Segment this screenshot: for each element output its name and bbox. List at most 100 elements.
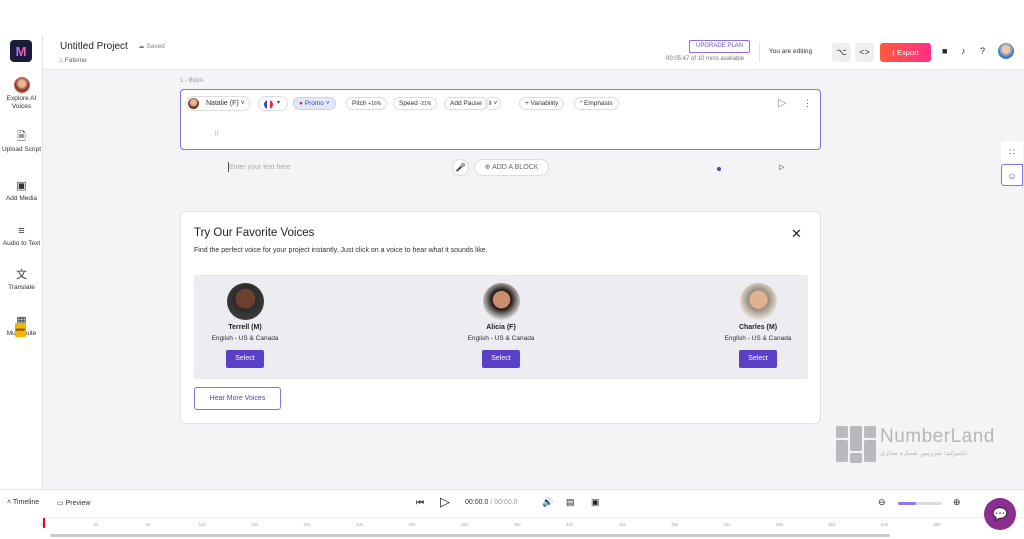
timeline-scrollbar[interactable] — [50, 534, 890, 537]
variability-button[interactable]: + Variability — [519, 97, 565, 110]
voice-card-charles: Charles (M) English - US & Canada Select — [703, 283, 813, 368]
upgrade-plan-button[interactable]: UPGRADE PLAN — [689, 40, 750, 53]
watermark-logo-square — [864, 426, 876, 438]
select-button[interactable]: Select — [482, 350, 520, 368]
favorite-voices-card: Try Our Favorite Voices Find the perfect… — [180, 211, 821, 424]
play-block-icon[interactable]: ▷ — [778, 96, 786, 109]
skip-back-icon[interactable]: ⏮ — [416, 497, 424, 508]
sidebar-item-label: Audio to Text — [2, 240, 41, 247]
block-text-input[interactable]: Enter your text here — [229, 164, 290, 171]
pause-options[interactable]: ‖ ˅ — [485, 97, 502, 110]
ruler-tick: 48s — [671, 522, 679, 527]
ruler-tick: 56s — [776, 522, 784, 527]
ruler-tick: 4s — [93, 522, 99, 527]
watermark-logo-square — [850, 453, 862, 463]
favorites-title: Try Our Favorite Voices — [194, 227, 315, 239]
ruler-tick: 60s — [828, 522, 836, 527]
plus-circle-icon: ⊕ — [484, 164, 491, 171]
ruler-tick: 44s — [618, 522, 626, 527]
chat-support-icon[interactable]: 💬 — [984, 498, 1016, 530]
variability-label: Variability — [530, 100, 559, 107]
voice-name: Charles (M) — [738, 324, 778, 331]
select-button[interactable]: Select — [739, 350, 777, 368]
bell-icon[interactable]: ♪ — [961, 46, 966, 56]
speed-control[interactable]: Speed -21% — [393, 97, 438, 110]
export-button[interactable]: ⭳ Export — [880, 43, 931, 62]
saved-status: ☁ Saved — [138, 42, 165, 50]
ruler-tick: 12s — [198, 522, 206, 527]
block-label: 1 - Block — [180, 78, 204, 84]
sidebar-item-label: Translate — [8, 284, 35, 291]
drag-handle-icon[interactable]: ⠿ — [214, 130, 219, 138]
playback-time: 00:00.0 / 00:00.0 — [465, 499, 518, 506]
timeline-ruler[interactable]: 0s4s8s12s16s20s24s28s32s36s40s44s48s52s5… — [41, 517, 1024, 533]
voice-name: Natalie (F) — [206, 100, 239, 107]
sidebar-item-audio-to-text[interactable]: ≡ Audio to Text — [0, 224, 43, 248]
audio-to-text-icon: ≡ — [18, 225, 25, 237]
microphone-icon[interactable]: 🎤 — [452, 159, 469, 176]
language-selector[interactable]: ▾ — [258, 96, 288, 111]
play-icon[interactable]: ▷ — [440, 494, 450, 510]
sidebar-item-translate[interactable]: 文 Translate — [0, 268, 43, 292]
user-avatar[interactable] — [998, 43, 1014, 59]
embed-code-icon[interactable]: <> — [855, 43, 874, 62]
preview-label: Preview — [65, 500, 91, 507]
breadcrumb[interactable]: ⌂ Fateme — [59, 57, 87, 64]
add-pause-button[interactable]: Add Pause — [444, 97, 488, 110]
translate-icon: 文 — [16, 269, 27, 281]
divider — [759, 42, 760, 62]
clapper-icon[interactable]: ▤ — [566, 497, 575, 508]
style-selector[interactable]: ● Promo ˅ — [293, 97, 336, 110]
pitch-value: +16% — [368, 101, 382, 107]
murf-logo[interactable]: M — [10, 40, 32, 62]
volume-icon[interactable]: 🔊 — [542, 497, 553, 508]
saved-label: Saved — [146, 43, 165, 50]
close-icon[interactable]: ✕ — [791, 226, 802, 242]
apps-grid-icon[interactable]: ∷ — [1001, 141, 1023, 163]
emphasis-button[interactable]: “ Emphasis — [574, 97, 619, 110]
voice-card-terrell: Terrell (M) English - US & Canada Select — [190, 283, 300, 368]
ruler-tick: 32s — [461, 522, 469, 527]
hear-more-voices-button[interactable]: Hear More Voices — [194, 387, 281, 410]
ruler-tick: 52s — [723, 522, 731, 527]
select-button[interactable]: Select — [226, 350, 264, 368]
add-block-button[interactable]: ⊕ ADD A BLOCK — [474, 159, 549, 176]
voice-block[interactable]: Natalie (F) ˅ ▾ ● Promo ˅ Pitch +16% Spe… — [180, 89, 821, 172]
chevron-down-icon: ▾ — [277, 100, 281, 106]
speed-value: -21% — [419, 101, 432, 107]
position-dot — [717, 167, 721, 171]
comment-icon[interactable]: ■ — [942, 46, 947, 56]
project-title[interactable]: Untitled Project — [60, 41, 128, 52]
share-icon[interactable]: ⌥ — [832, 43, 851, 62]
download-icon: ⭳ — [892, 48, 895, 57]
sidebar-item-add-media[interactable]: ▣ Add Media — [0, 179, 43, 203]
sidebar: M Explore AI Voices 🗎 Upload Script ▣ Ad… — [0, 34, 43, 489]
watermark-title: NumberLand — [880, 426, 995, 447]
more-options-icon[interactable]: ⋮ — [803, 98, 812, 109]
assistant-icon[interactable]: ☺ — [1001, 164, 1023, 186]
preview-button[interactable]: ▭ Preview — [57, 499, 90, 507]
voice-selector[interactable]: Natalie (F) ˅ — [185, 96, 250, 111]
style-dot-icon: ● — [299, 100, 303, 107]
captions-icon[interactable]: ▣ — [591, 497, 600, 508]
zoom-slider[interactable] — [898, 502, 942, 505]
sidebar-item-upload-script[interactable]: 🗎 Upload Script — [0, 130, 43, 154]
help-icon[interactable]: ? — [980, 46, 985, 56]
playhead[interactable] — [43, 518, 45, 528]
ruler-tick: 24s — [356, 522, 364, 527]
timeline-bar: ˄ Timeline ▭ Preview ⏮ ▷ 00:00.0 / 00:00… — [0, 489, 1024, 539]
pitch-control[interactable]: Pitch +16% — [346, 97, 388, 110]
sidebar-item-murf-suite[interactable]: ▦ NEW Murf Suite — [0, 314, 43, 338]
voice-card-alicia: Alicia (F) English - US & Canada Select — [446, 283, 556, 368]
timeline-toggle[interactable]: ˄ Timeline — [7, 499, 39, 506]
voice-avatar — [739, 283, 777, 320]
total-duration: / 00:00.0 — [490, 499, 518, 506]
ruler-tick: 64s — [881, 522, 889, 527]
voice-name: Alicia (F) — [486, 324, 516, 331]
play-line-icon[interactable]: ▷ — [779, 163, 784, 171]
sidebar-item-explore-voices[interactable]: Explore AI Voices — [0, 77, 43, 111]
zoom-slider-fill — [898, 502, 916, 505]
zoom-in-icon[interactable]: ⊕ — [953, 497, 961, 508]
zoom-out-icon[interactable]: ⊖ — [878, 497, 886, 508]
chevron-down-icon: ˅ — [493, 100, 498, 107]
